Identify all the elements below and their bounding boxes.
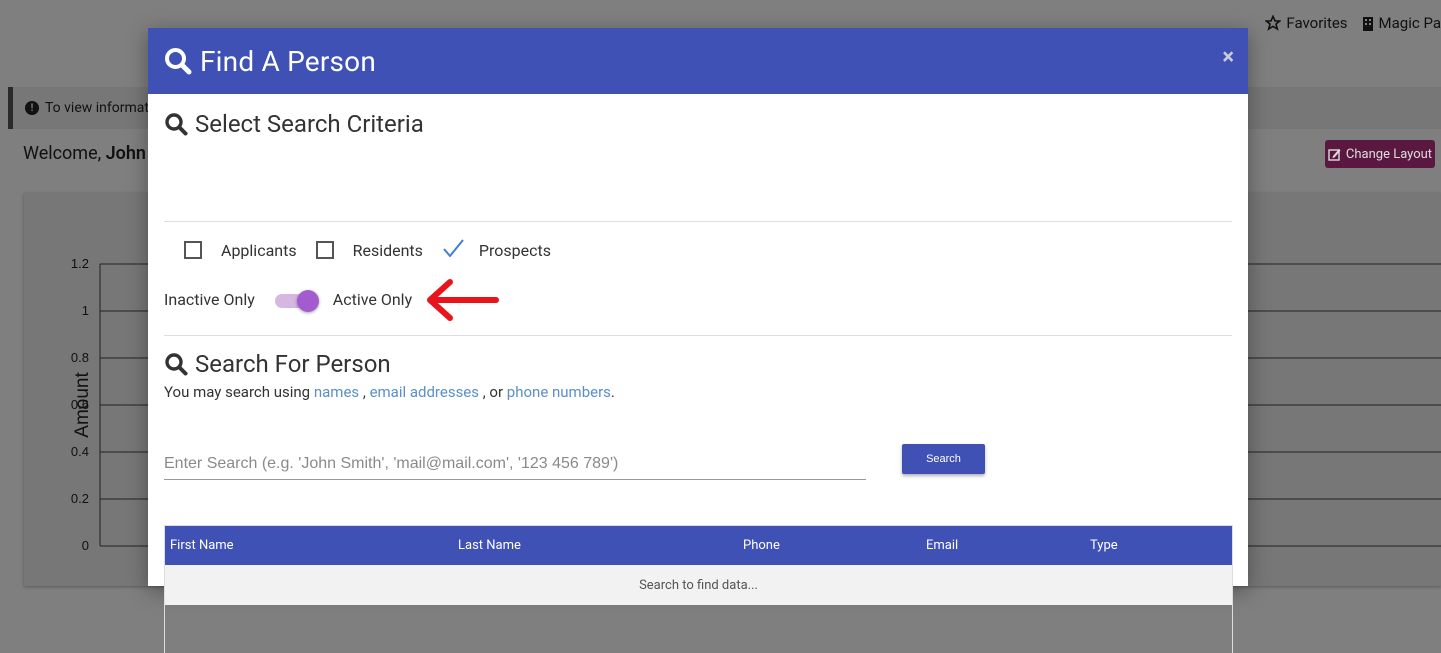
star-icon xyxy=(1265,15,1282,31)
criteria-section-title: Select Search Criteria xyxy=(164,110,424,138)
top-nav: Favorites Magic Pa xyxy=(1265,12,1441,34)
search-help-text: You may search using names , email addre… xyxy=(164,383,615,401)
type-checkboxes: Applicants Residents Prospects xyxy=(184,238,570,260)
residents-label: Residents xyxy=(352,240,423,260)
table-header: First Name Last Name Phone Email Type xyxy=(165,526,1232,565)
residents-checkbox[interactable] xyxy=(315,241,334,259)
info-text: To view informat xyxy=(45,100,149,116)
email-addresses-link[interactable]: email addresses xyxy=(370,383,479,401)
active-toggle-row: Inactive Only Active Only xyxy=(164,288,413,312)
results-table: First Name Last Name Phone Email Type Se… xyxy=(164,525,1233,653)
change-layout-button[interactable]: Change Layout xyxy=(1325,140,1435,168)
y-tick-label: 1 xyxy=(82,303,89,318)
info-icon: ! xyxy=(25,101,39,115)
user-name: John xyxy=(105,143,146,164)
welcome-text: Welcome, John xyxy=(23,143,146,164)
prospects-label: Prospects xyxy=(478,240,551,260)
y-tick-label: 0.2 xyxy=(71,491,89,506)
y-tick-label: 1.2 xyxy=(71,256,89,271)
modal-title: Find A Person xyxy=(200,44,377,78)
active-toggle-switch[interactable] xyxy=(273,288,321,312)
toggle-knob[interactable] xyxy=(296,290,319,312)
column-first-name[interactable]: First Name xyxy=(170,538,234,553)
close-button[interactable]: × xyxy=(1222,45,1234,70)
empty-results-row: Search to find data... xyxy=(165,565,1232,605)
y-tick-label: 0 xyxy=(82,538,89,553)
search-icon xyxy=(165,353,188,376)
modal-header: Find A Person × xyxy=(148,28,1248,94)
divider xyxy=(164,221,1232,222)
column-email[interactable]: Email xyxy=(926,538,958,553)
divider xyxy=(164,335,1232,336)
search-icon xyxy=(165,113,188,136)
names-link[interactable]: names xyxy=(314,383,359,401)
prospects-checkbox[interactable] xyxy=(442,238,464,258)
red-arrow-annotation xyxy=(427,279,499,321)
phone-numbers-link[interactable]: phone numbers xyxy=(507,383,611,401)
active-only-label: Active Only xyxy=(332,289,413,309)
nav-magic[interactable]: Magic Pa xyxy=(1362,12,1441,34)
applicants-checkbox[interactable] xyxy=(184,241,202,259)
search-button[interactable]: Search xyxy=(902,444,985,474)
building-icon xyxy=(1362,16,1373,31)
nav-favorites[interactable]: Favorites xyxy=(1265,12,1348,34)
search-icon xyxy=(165,48,192,75)
edit-icon xyxy=(1328,148,1341,161)
column-phone[interactable]: Phone xyxy=(743,538,780,553)
y-tick-label: 0.8 xyxy=(71,350,89,365)
search-input[interactable] xyxy=(164,449,866,480)
applicants-label: Applicants xyxy=(221,240,297,260)
find-person-modal: Find A Person × Select Search Criteria A… xyxy=(148,28,1248,653)
column-type[interactable]: Type xyxy=(1090,538,1118,553)
column-last-name[interactable]: Last Name xyxy=(458,538,521,553)
y-tick-label: 0.6 xyxy=(71,397,89,412)
inactive-only-label: Inactive Only xyxy=(164,289,255,309)
search-section-title: Search For Person xyxy=(164,350,391,378)
y-tick-label: 0.4 xyxy=(71,444,89,459)
